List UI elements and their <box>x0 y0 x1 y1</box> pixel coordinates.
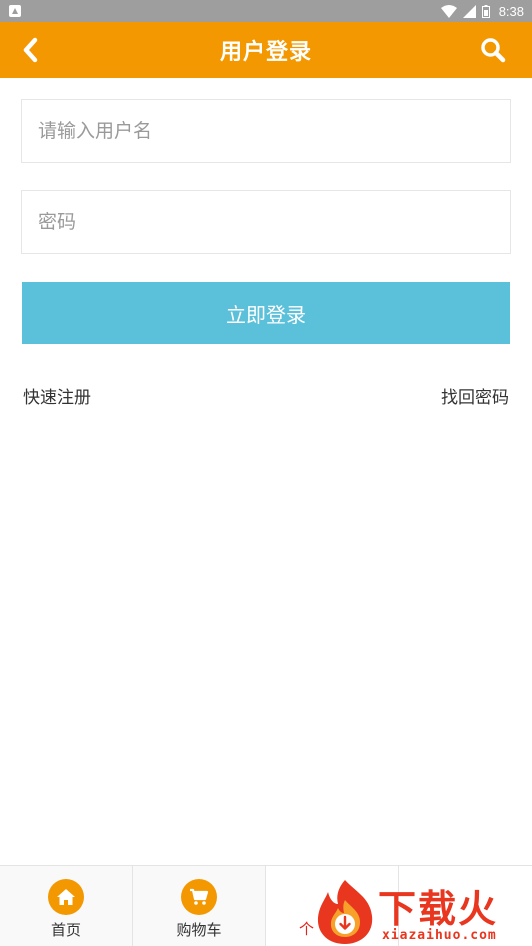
login-button[interactable]: 立即登录 <box>22 282 510 344</box>
status-left <box>9 5 21 17</box>
username-field-box <box>21 99 511 163</box>
register-link[interactable]: 快速注册 <box>23 383 91 408</box>
search-button[interactable] <box>480 30 510 70</box>
forgot-password-link[interactable]: 找回密码 <box>441 383 509 408</box>
notification-icon <box>9 5 21 17</box>
nav-item-home[interactable]: 首页 <box>0 866 133 946</box>
search-icon <box>481 38 506 63</box>
bottom-nav: 首页 购物车 个 <box>0 865 532 946</box>
status-bar: 8:38 <box>0 0 532 22</box>
nav-label-cart: 购物车 <box>176 921 222 939</box>
home-icon <box>48 879 84 915</box>
nav-item-empty <box>399 866 532 946</box>
wifi-icon <box>440 4 457 18</box>
cart-icon <box>181 879 217 915</box>
page-title: 用户登录 <box>219 40 312 65</box>
chevron-left-icon <box>23 37 38 63</box>
app-header: 用户登录 <box>0 22 532 78</box>
password-field-box <box>21 190 511 254</box>
nav-item-cart[interactable]: 购物车 <box>133 866 266 946</box>
nav-item-user[interactable]: 个 <box>266 866 399 946</box>
nav-label-home: 首页 <box>50 921 81 939</box>
battery-icon <box>481 4 490 18</box>
password-input[interactable] <box>38 191 510 253</box>
nav-label-user: 个 <box>299 920 315 938</box>
status-time: 8:38 <box>498 3 524 19</box>
username-input[interactable] <box>38 100 510 162</box>
back-button[interactable] <box>22 30 52 70</box>
status-right: 8:38 <box>440 3 524 19</box>
signal-icon <box>462 4 476 18</box>
